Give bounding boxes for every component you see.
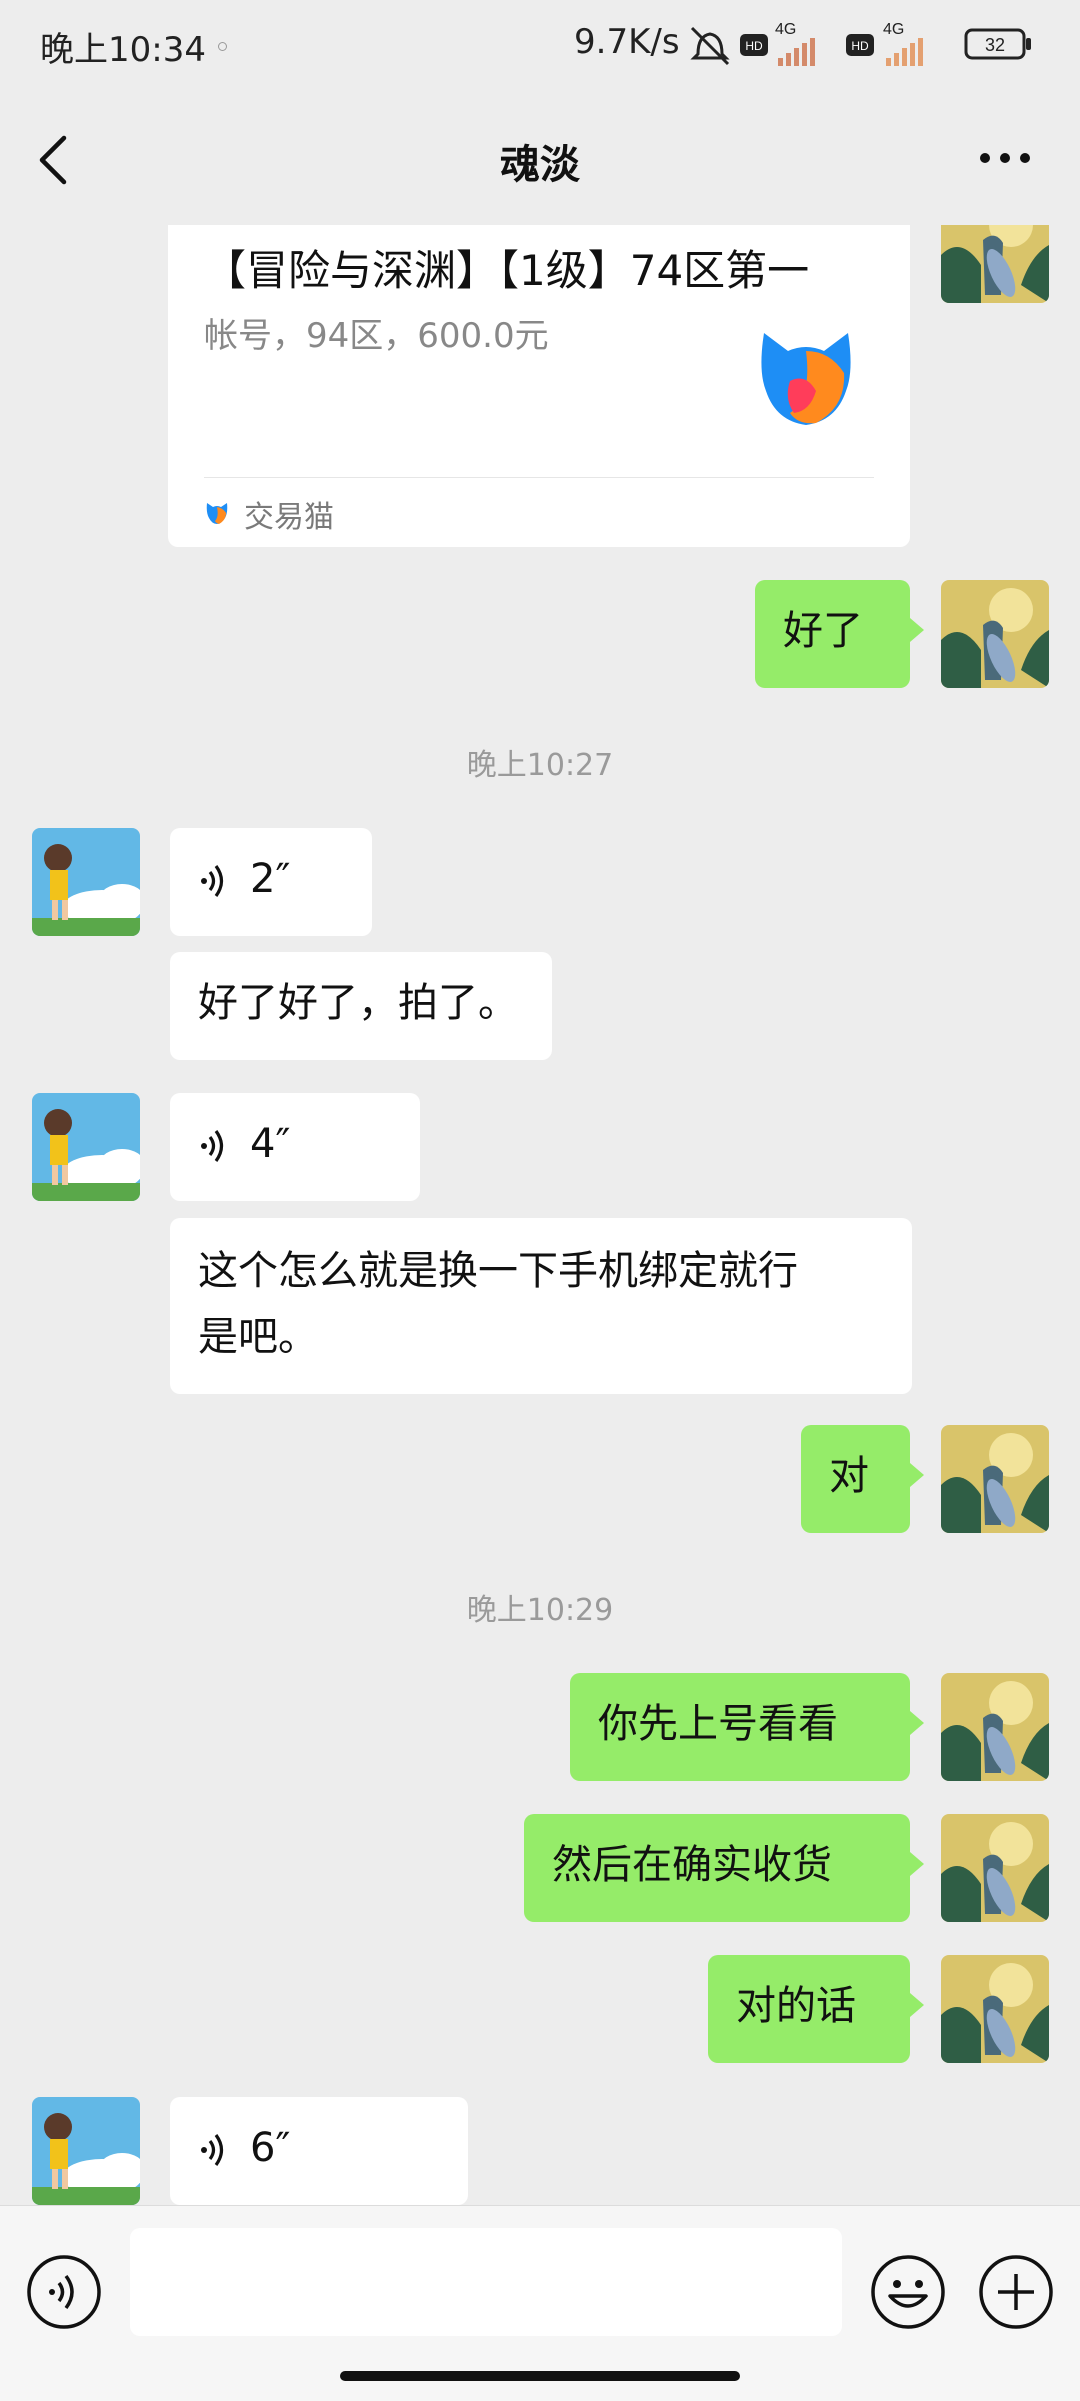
input-bar (0, 2205, 1080, 2401)
incoming-message[interactable]: 好了好了，拍了。 (170, 952, 552, 1060)
message-text: 对的话 (736, 1983, 856, 2029)
contact-avatar[interactable] (32, 828, 140, 936)
message-timestamp: 晚上10:29 (466, 1593, 614, 1628)
network-speed: 9.7K/s (574, 22, 680, 62)
avatar-image (32, 828, 140, 936)
my-avatar[interactable] (941, 1673, 1049, 1781)
contact-avatar[interactable] (32, 2097, 140, 2205)
mute-bell-icon (690, 26, 730, 66)
my-avatar[interactable] (941, 580, 1049, 688)
status-icons: HD 4G HD 4G 32 (690, 21, 1031, 66)
avatar-image (32, 2097, 140, 2205)
voice-duration: 2″ (250, 856, 291, 902)
my-avatar[interactable] (941, 1814, 1049, 1922)
outgoing-message[interactable]: 好了 (755, 580, 924, 688)
message-input[interactable] (130, 2228, 842, 2336)
voice-message[interactable]: 6″ (170, 2097, 468, 2205)
outgoing-message[interactable]: 然后在确实收货 (524, 1814, 924, 1922)
battery-icon: 32 (964, 28, 1031, 60)
avatar-image (941, 580, 1049, 688)
voice-message[interactable]: 2″ (170, 828, 372, 936)
voice-duration: 6″ (250, 2125, 291, 2171)
card-description: 帐号，94区，600.0元 (204, 316, 549, 356)
voice-duration: 4″ (250, 1121, 291, 1167)
avatar-image (941, 1425, 1049, 1533)
outgoing-message[interactable]: 对的话 (708, 1955, 924, 2063)
hd-badge-1: HD (745, 39, 763, 53)
battery-level: 32 (985, 35, 1005, 55)
card-title: 【冒险与深渊】【1级】74区第一 (204, 246, 810, 295)
incoming-message[interactable]: 这个怎么就是换一下手机绑定就行 是吧。 (170, 1218, 912, 1394)
message-text: 然后在确实收货 (552, 1842, 832, 1888)
hd-badge-2: HD (851, 39, 869, 53)
outgoing-message[interactable]: 对 (801, 1425, 924, 1533)
voice-input-toggle-icon[interactable] (26, 2254, 102, 2330)
message-list[interactable]: 【冒险与深渊】【1级】74区第一 帐号，94区，600.0元 交易猫 好了 晚上… (0, 225, 1080, 2205)
voice-message[interactable]: 4″ (170, 1093, 420, 1201)
message-text-line: 是吧。 (198, 1314, 318, 1360)
notification-dot-icon (218, 42, 227, 51)
avatar-image (941, 225, 1049, 303)
status-time: 晚上10:34 (40, 30, 206, 70)
message-text: 对 (829, 1453, 869, 1499)
outgoing-message[interactable]: 你先上号看看 (570, 1673, 924, 1781)
chat-header: 魂淡 (0, 90, 1080, 225)
my-avatar[interactable] (941, 1425, 1049, 1533)
home-indicator[interactable] (340, 2371, 740, 2381)
jiaoyimao-logo-icon (761, 333, 851, 425)
source-app-icon (206, 503, 228, 524)
chat-title: 魂淡 (500, 142, 580, 188)
card-source-label: 交易猫 (244, 500, 334, 535)
status-bar: 晚上10:34 9.7K/s HD 4G HD 4G 32 (0, 0, 1080, 90)
message-text: 好了好了，拍了。 (198, 980, 518, 1026)
emoji-icon[interactable] (870, 2254, 946, 2330)
link-card[interactable]: 【冒险与深渊】【1级】74区第一 帐号，94区，600.0元 交易猫 (168, 225, 910, 547)
avatar-image (32, 1093, 140, 1201)
message-text-line: 这个怎么就是换一下手机绑定就行 (198, 1248, 798, 1294)
card-divider (204, 477, 874, 478)
add-more-icon[interactable] (978, 2254, 1054, 2330)
message-text: 好了 (783, 608, 863, 654)
my-avatar[interactable] (941, 225, 1049, 303)
network-type-1: 4G (775, 21, 796, 38)
contact-avatar[interactable] (32, 1093, 140, 1201)
voice-wave-icon (201, 2134, 224, 2166)
message-timestamp: 晚上10:27 (466, 748, 614, 783)
avatar-image (941, 1673, 1049, 1781)
signal-icon-2 (886, 38, 923, 66)
avatar-image (941, 1814, 1049, 1922)
voice-wave-icon (201, 1130, 224, 1162)
signal-icon-1 (778, 38, 815, 66)
voice-wave-icon (201, 865, 224, 897)
message-text: 你先上号看看 (598, 1701, 838, 1747)
network-type-2: 4G (883, 21, 904, 38)
avatar-image (941, 1955, 1049, 2063)
my-avatar[interactable] (941, 1955, 1049, 2063)
more-options-icon[interactable] (975, 128, 1035, 188)
